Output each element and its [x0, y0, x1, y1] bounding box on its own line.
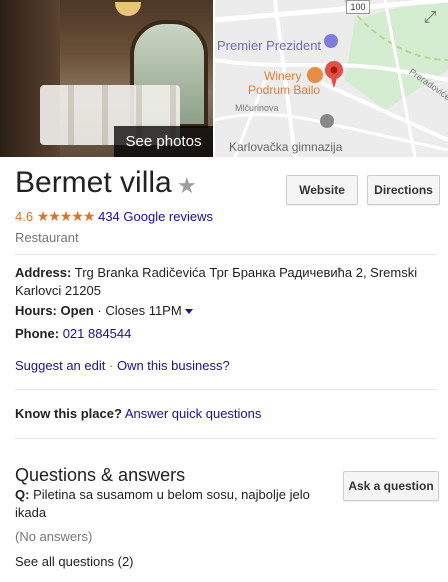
phone-link[interactable]: 021 884544: [63, 326, 132, 341]
suggest-edit-link[interactable]: Suggest an edit: [15, 358, 105, 373]
restaurant-photo[interactable]: See photos: [0, 0, 213, 157]
know-place-row: Know this place? Answer quick questions: [15, 405, 435, 423]
hours-closes: Closes 11PM: [105, 303, 182, 318]
address-value: Trg Branka Radičevića Трг Бранка Радичев…: [15, 265, 418, 298]
divider: [15, 438, 437, 439]
answer-questions-link[interactable]: Answer quick questions: [125, 406, 262, 421]
phone-label: Phone:: [15, 326, 60, 341]
hours-status: Open: [60, 303, 94, 318]
question-prefix: Q:: [15, 487, 30, 502]
hours-label: Hours:: [15, 303, 57, 318]
map-label-winery-name: Podrum Bailo: [248, 83, 321, 97]
hours-dropdown-icon[interactable]: [184, 309, 193, 315]
question-text: Piletina sa susamom u belom sosu, najbol…: [15, 487, 310, 520]
phone-row: Phone: 021 884544: [15, 325, 435, 343]
map-label-street: Mlčurinova: [235, 103, 279, 113]
no-answers-text: (No answers): [15, 529, 93, 544]
expand-map-icon[interactable]: ⤢: [418, 6, 442, 30]
place-category: Restaurant: [15, 230, 79, 245]
see-all-questions-link[interactable]: See all questions (2): [15, 553, 435, 571]
place-title: Bermet villa: [15, 166, 172, 199]
rating-row: 4.6 ★★★★★ 434 Google reviews: [15, 208, 213, 225]
map-label-hotel: Premier Prezident: [217, 38, 322, 53]
divider: [15, 389, 437, 390]
directions-button[interactable]: Directions: [367, 175, 440, 205]
question-row[interactable]: Q: Piletina sa susamom u belom sosu, naj…: [15, 486, 325, 522]
edit-row: Suggest an edit · Own this business?: [15, 357, 435, 375]
rating-value: 4.6: [15, 209, 34, 224]
divider: [15, 254, 437, 255]
see-photos-button[interactable]: See photos: [114, 126, 213, 157]
map-thumbnail[interactable]: Premier Prezident Winery Podrum Bailo Ka…: [215, 0, 448, 157]
hero-strip: See photos Premier Prezident Winery Podr…: [0, 0, 448, 157]
reviews-link[interactable]: 434 Google reviews: [98, 209, 213, 224]
rating-stars-icon: ★★★★★: [36, 208, 96, 224]
website-button[interactable]: Website: [286, 175, 358, 205]
address-label: Address:: [15, 265, 72, 280]
own-business-link[interactable]: Own this business?: [117, 358, 230, 373]
edit-separator: ·: [108, 358, 114, 373]
route-shield: 100: [346, 0, 370, 14]
address-row: Address: Trg Branka Radičevića Трг Бранк…: [15, 264, 435, 300]
save-star-icon[interactable]: ★: [177, 173, 197, 199]
know-place-label: Know this place?: [15, 406, 122, 421]
hours-separator: ·: [97, 303, 102, 318]
hours-row[interactable]: Hours: Open · Closes 11PM: [15, 302, 435, 320]
ask-question-button[interactable]: Ask a question: [343, 471, 439, 501]
map-label-winery: Winery: [264, 69, 302, 83]
map-label-school: Karlovačka gimnazija: [229, 140, 343, 154]
qa-title: Questions & answers: [15, 465, 186, 485]
photo-chandelier: [115, 2, 141, 16]
